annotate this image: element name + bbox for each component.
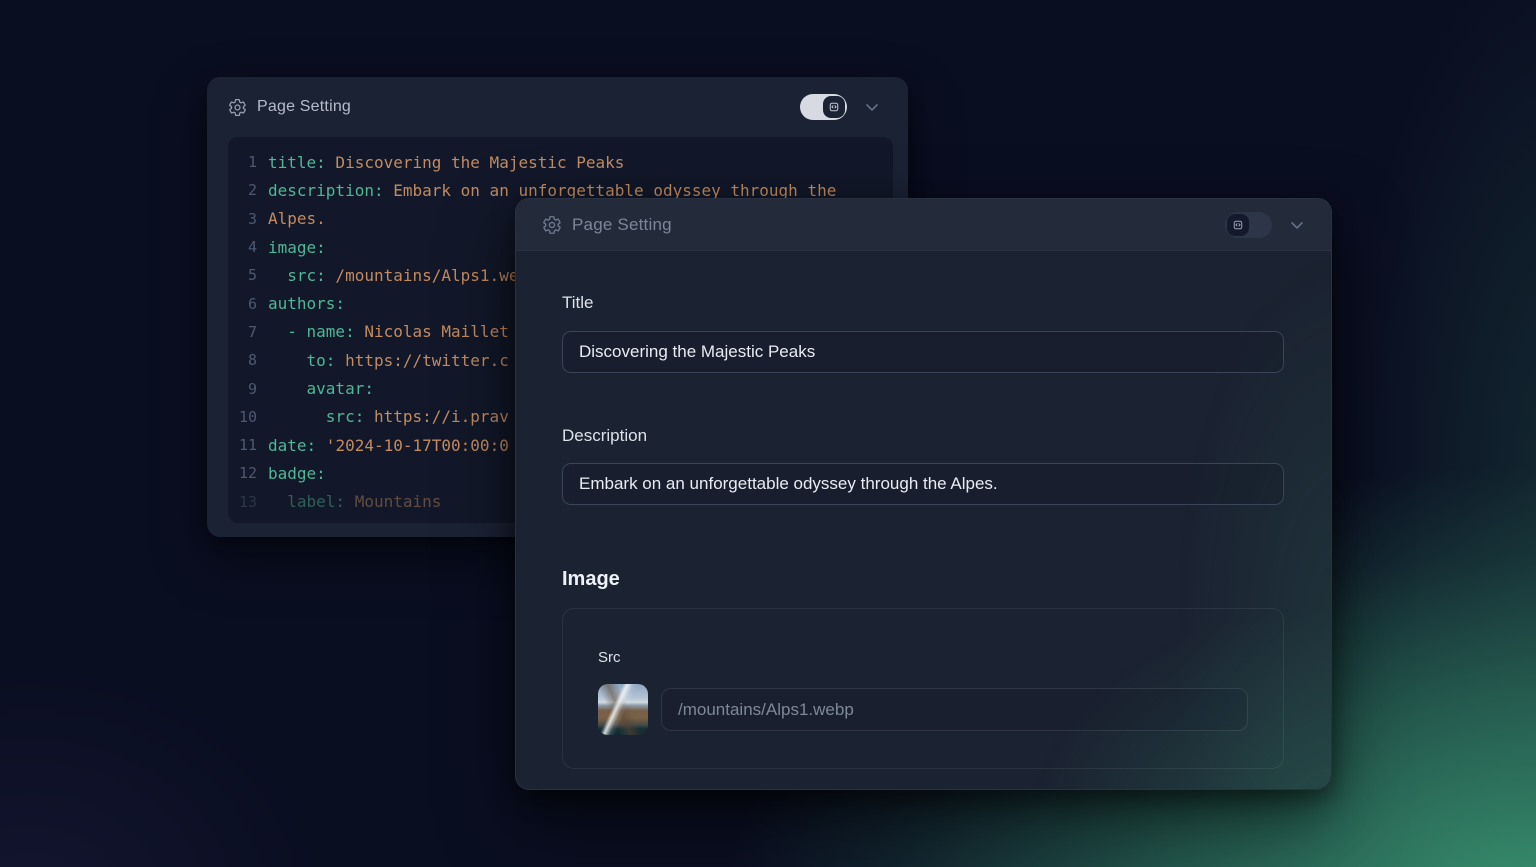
line-number: 8 xyxy=(228,351,257,369)
line-number: 4 xyxy=(228,238,257,256)
description-input[interactable] xyxy=(562,463,1284,505)
code-text: avatar: xyxy=(257,379,374,398)
src-input[interactable] xyxy=(661,688,1248,731)
chevron-down-icon[interactable] xyxy=(862,97,882,117)
panel-title: Page Setting xyxy=(257,98,351,116)
code-text: label: Mountains xyxy=(257,492,441,511)
line-number: 3 xyxy=(228,210,257,228)
image-card: Src xyxy=(562,608,1284,769)
title-input[interactable] xyxy=(562,331,1284,373)
gear-icon xyxy=(542,215,562,235)
code-view-toggle[interactable] xyxy=(800,94,847,120)
line-number: 7 xyxy=(228,323,257,341)
line-number: 12 xyxy=(228,464,257,482)
line-number: 2 xyxy=(228,181,257,199)
code-square-icon xyxy=(1227,214,1249,236)
code-text: image: xyxy=(257,238,326,257)
code-text: to: https://twitter.c xyxy=(257,351,509,370)
code-text: Alpes. xyxy=(257,209,326,228)
code-square-icon xyxy=(823,96,845,118)
form-panel-header: Page Setting xyxy=(516,199,1331,251)
description-label: Description xyxy=(562,426,1284,446)
code-view-toggle[interactable] xyxy=(1225,212,1272,238)
chevron-down-icon[interactable] xyxy=(1287,215,1307,235)
line-number: 11 xyxy=(228,436,257,454)
form-body: Title Description Image Src xyxy=(516,251,1331,769)
code-text: title: Discovering the Majestic Peaks xyxy=(257,153,624,172)
line-number: 5 xyxy=(228,266,257,284)
form-panel: Page Setting Title xyxy=(515,198,1332,790)
code-text: src: https://i.prav xyxy=(257,407,509,426)
code-text: - name: Nicolas Maillet xyxy=(257,322,509,341)
panel-title: Page Setting xyxy=(572,215,672,235)
code-line: 1title: Discovering the Majestic Peaks xyxy=(228,148,893,176)
src-row xyxy=(598,684,1248,735)
line-number: 9 xyxy=(228,380,257,398)
code-text: date: '2024-10-17T00:00:0 xyxy=(257,436,509,455)
title-label: Title xyxy=(562,293,1284,313)
code-panel-header: Page Setting xyxy=(207,77,908,137)
code-text: authors: xyxy=(257,294,345,313)
code-text: badge: xyxy=(257,464,326,483)
gear-icon xyxy=(228,98,247,117)
src-label: Src xyxy=(598,649,1248,667)
line-number: 6 xyxy=(228,295,257,313)
line-number: 13 xyxy=(228,493,257,511)
code-text: src: /mountains/Alps1.we xyxy=(257,266,518,285)
image-thumbnail[interactable] xyxy=(598,684,648,735)
line-number: 10 xyxy=(228,408,257,426)
line-number: 1 xyxy=(228,153,257,171)
desktop-background: Page Setting 1title: xyxy=(0,0,1536,867)
image-section-heading: Image xyxy=(562,567,1284,591)
